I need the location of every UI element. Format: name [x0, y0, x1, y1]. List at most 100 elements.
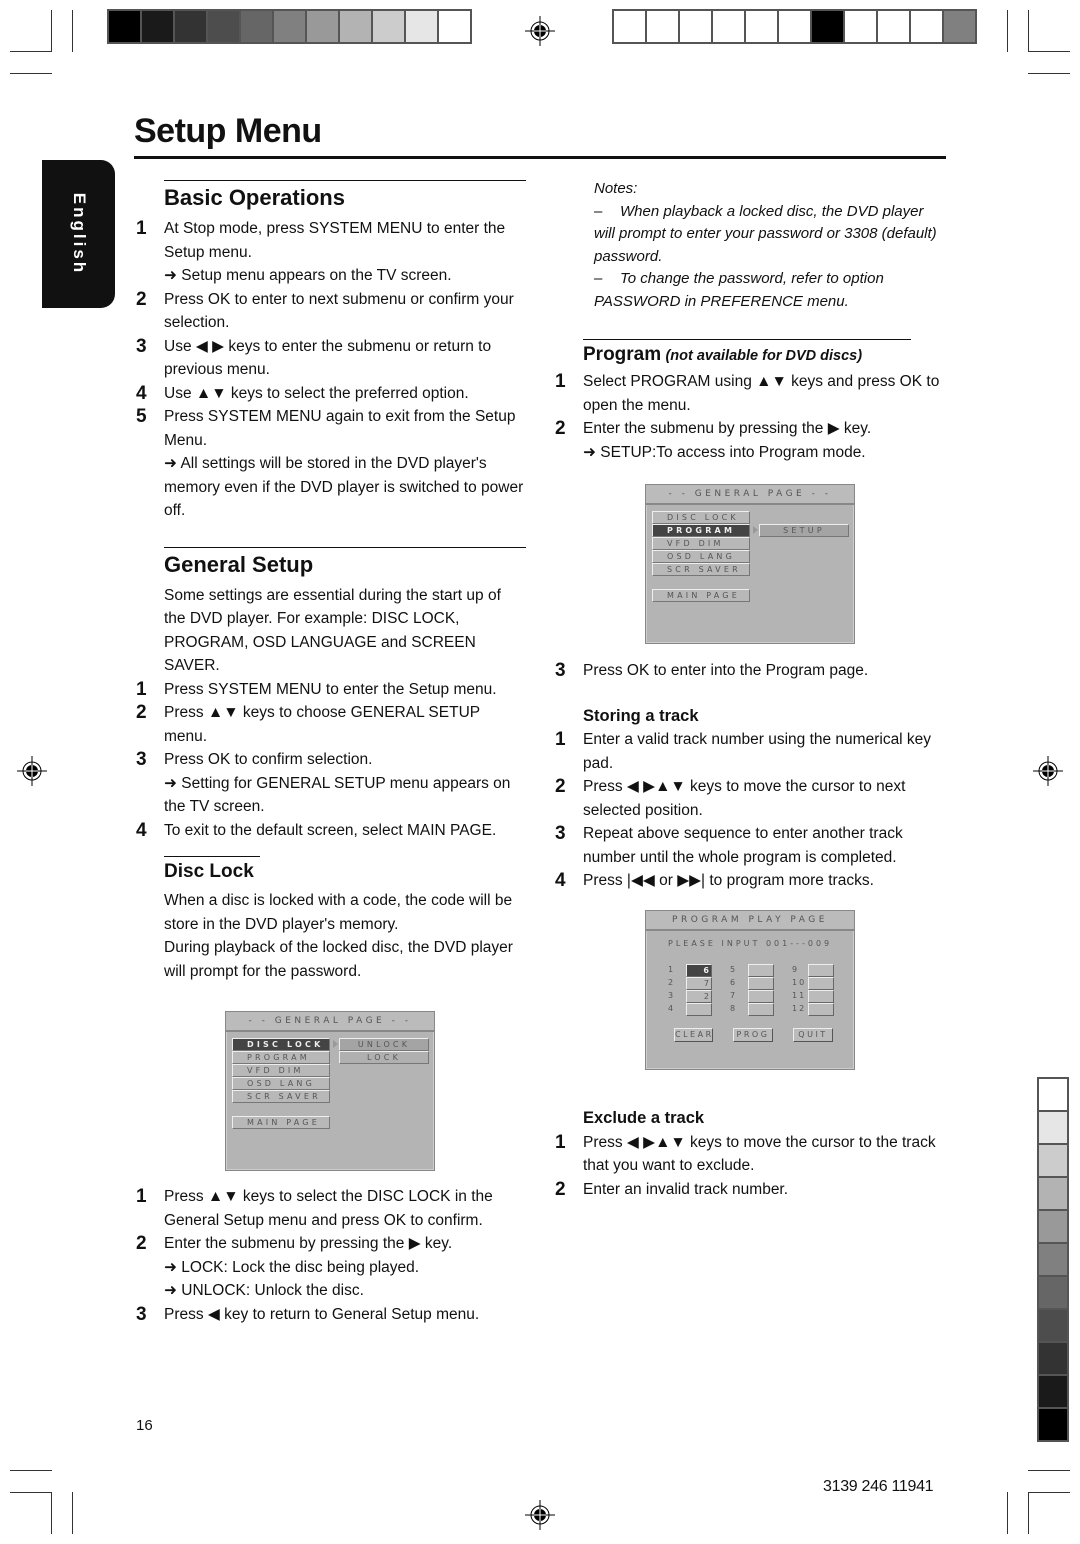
- basic-step: 1 At Stop mode, press SYSTEM MENU to ente…: [134, 217, 526, 264]
- prog-button[interactable]: PROG: [733, 1028, 773, 1042]
- track-slot-input[interactable]: [748, 1003, 774, 1016]
- crop-mark: [10, 73, 52, 74]
- step-text: Enter the submenu by pressing the ▶ key.: [164, 1235, 453, 1252]
- color-swatch: [1039, 1409, 1067, 1440]
- color-swatch: [944, 11, 975, 42]
- step-text: Press ▲▼ keys to choose GENERAL SETUP me…: [164, 704, 480, 745]
- color-swatch: [1039, 1343, 1067, 1374]
- track-slot-input[interactable]: [748, 990, 774, 1003]
- section-rule: [164, 856, 260, 857]
- program-heading: Program (not available for DVD discs): [553, 342, 948, 370]
- color-bar-side: [1037, 1077, 1069, 1442]
- quit-button[interactable]: QUIT: [793, 1028, 833, 1042]
- disc-lock-step: 2 Enter the submenu by pressing the ▶ key…: [134, 1232, 526, 1256]
- track-slot-input[interactable]: [808, 990, 834, 1003]
- osd-item-scr-saver[interactable]: SCR SAVER: [232, 1090, 330, 1103]
- step-result: ➜ All settings will be stored in the DVD…: [164, 455, 524, 519]
- general-step: 4 To exit to the default screen, select M…: [134, 819, 526, 843]
- basic-operations-heading: Basic Operations: [164, 185, 345, 210]
- track-slot-input[interactable]: [808, 977, 834, 990]
- step-text: Press OK to enter to next submenu or con…: [164, 290, 514, 332]
- track-slot-input[interactable]: [686, 1003, 712, 1016]
- step-text: Press OK to confirm selection.: [164, 751, 373, 768]
- track-slot-input[interactable]: [808, 964, 834, 977]
- slot-label: 1: [668, 965, 676, 974]
- slot-label: 4: [668, 1004, 676, 1013]
- program-step: 2 Enter the submenu by pressing the ▶ key…: [553, 417, 948, 441]
- step-number: 3: [136, 1303, 147, 1325]
- document-code: 3139 246 11941: [823, 1478, 934, 1495]
- program-play-page-screen: PROGRAM PLAY PAGE PLEASE INPUT 001---009…: [645, 910, 855, 1070]
- osd-item-vfd-dim[interactable]: VFD DIM: [232, 1064, 330, 1077]
- osd-item-osd-lang[interactable]: OSD LANG: [652, 550, 750, 563]
- section-rule: [164, 546, 526, 548]
- track-slot-input[interactable]: 7: [686, 977, 712, 990]
- crop-mark: [72, 1492, 73, 1534]
- language-tab-label: English: [69, 192, 89, 276]
- slot-label: 9: [792, 965, 800, 974]
- step-number: 2: [136, 288, 147, 310]
- slot-label: 12: [792, 1004, 807, 1013]
- osd-item-main-page[interactable]: MAIN PAGE: [652, 589, 750, 602]
- color-swatch: [406, 11, 437, 42]
- osd-item-disc-lock[interactable]: DISC LOCK: [652, 511, 750, 524]
- color-swatch: [845, 11, 876, 42]
- exclude-heading: Exclude a track: [583, 1109, 705, 1127]
- general-setup-heading: General Setup: [164, 551, 314, 577]
- osd-item-scr-saver[interactable]: SCR SAVER: [652, 563, 750, 576]
- crop-mark: [1028, 51, 1070, 52]
- step-text: Press ◀ key to return to General Setup m…: [164, 1305, 480, 1323]
- storing-step: 4 Press |◀◀ or ▶▶| to program more tracks…: [553, 869, 948, 893]
- color-swatch: [208, 11, 239, 42]
- color-swatch: [614, 11, 645, 42]
- osd-sub-setup[interactable]: SETUP: [759, 524, 849, 537]
- color-swatch: [713, 11, 744, 42]
- slot-label: 10: [792, 978, 807, 987]
- step-number: 2: [136, 1233, 147, 1254]
- step-number: 3: [555, 660, 566, 681]
- section-rule: [164, 180, 526, 181]
- color-swatch: [812, 11, 843, 42]
- color-swatch: [1039, 1211, 1067, 1242]
- basic-step: 4 Use ▲▼ keys to select the preferred opt…: [134, 382, 526, 406]
- disc-lock-steps: 1 Press ▲▼ keys to select the DISC LOCK i…: [134, 1185, 526, 1326]
- registration-mark-icon: [525, 16, 555, 46]
- color-swatch: [142, 11, 173, 42]
- slot-label: 2: [668, 978, 676, 987]
- track-slot-input[interactable]: [748, 964, 774, 977]
- crop-mark: [1007, 1492, 1008, 1534]
- clear-button[interactable]: CLEAR: [674, 1028, 713, 1042]
- storing-heading: Storing a track: [583, 706, 699, 725]
- color-swatch: [1039, 1178, 1067, 1209]
- osd-sub-unlock[interactable]: UNLOCK: [339, 1038, 429, 1051]
- color-swatch: [373, 11, 404, 42]
- step-number: 2: [555, 776, 566, 797]
- registration-mark-icon: [17, 756, 47, 786]
- color-swatch: [1039, 1079, 1067, 1110]
- osd-item-osd-lang[interactable]: OSD LANG: [232, 1077, 330, 1090]
- track-slot-input[interactable]: [808, 1003, 834, 1016]
- left-column: Basic Operations 1 At Stop mode, press SY…: [134, 180, 526, 983]
- language-tab: English: [42, 160, 115, 308]
- basic-step: 3 Use ◀ ▶ keys to enter the submenu or re…: [134, 335, 526, 382]
- osd-item-disc-lock[interactable]: DISC LOCK: [232, 1038, 330, 1051]
- step-text: To exit to the default screen, select MA…: [164, 821, 497, 839]
- track-slot-input[interactable]: 2: [686, 990, 712, 1003]
- osd-sub-lock[interactable]: LOCK: [339, 1051, 429, 1064]
- osd-item-vfd-dim[interactable]: VFD DIM: [652, 537, 750, 550]
- color-swatch: [307, 11, 338, 42]
- program-heading-text: Program: [583, 344, 662, 365]
- general-setup-intro: Some settings are essential during the s…: [164, 586, 501, 675]
- osd-item-main-page[interactable]: MAIN PAGE: [232, 1116, 330, 1129]
- step-number: 2: [555, 418, 566, 439]
- step-text: Enter an invalid track number.: [583, 1180, 789, 1198]
- track-slot-input[interactable]: 6: [686, 964, 712, 977]
- color-swatch: [1039, 1310, 1067, 1341]
- osd-item-program[interactable]: PROGRAM: [652, 524, 750, 537]
- step-text: Press ◀ ▶▲▼ keys to move the cursor to t…: [583, 1133, 936, 1175]
- note-item: – When playback a locked disc, the DVD pl…: [594, 202, 937, 265]
- color-swatch: [1039, 1277, 1067, 1308]
- track-slot-input[interactable]: [748, 977, 774, 990]
- osd-item-program[interactable]: PROGRAM: [232, 1051, 330, 1064]
- program-step: 3 Press OK to enter into the Program page…: [553, 659, 948, 683]
